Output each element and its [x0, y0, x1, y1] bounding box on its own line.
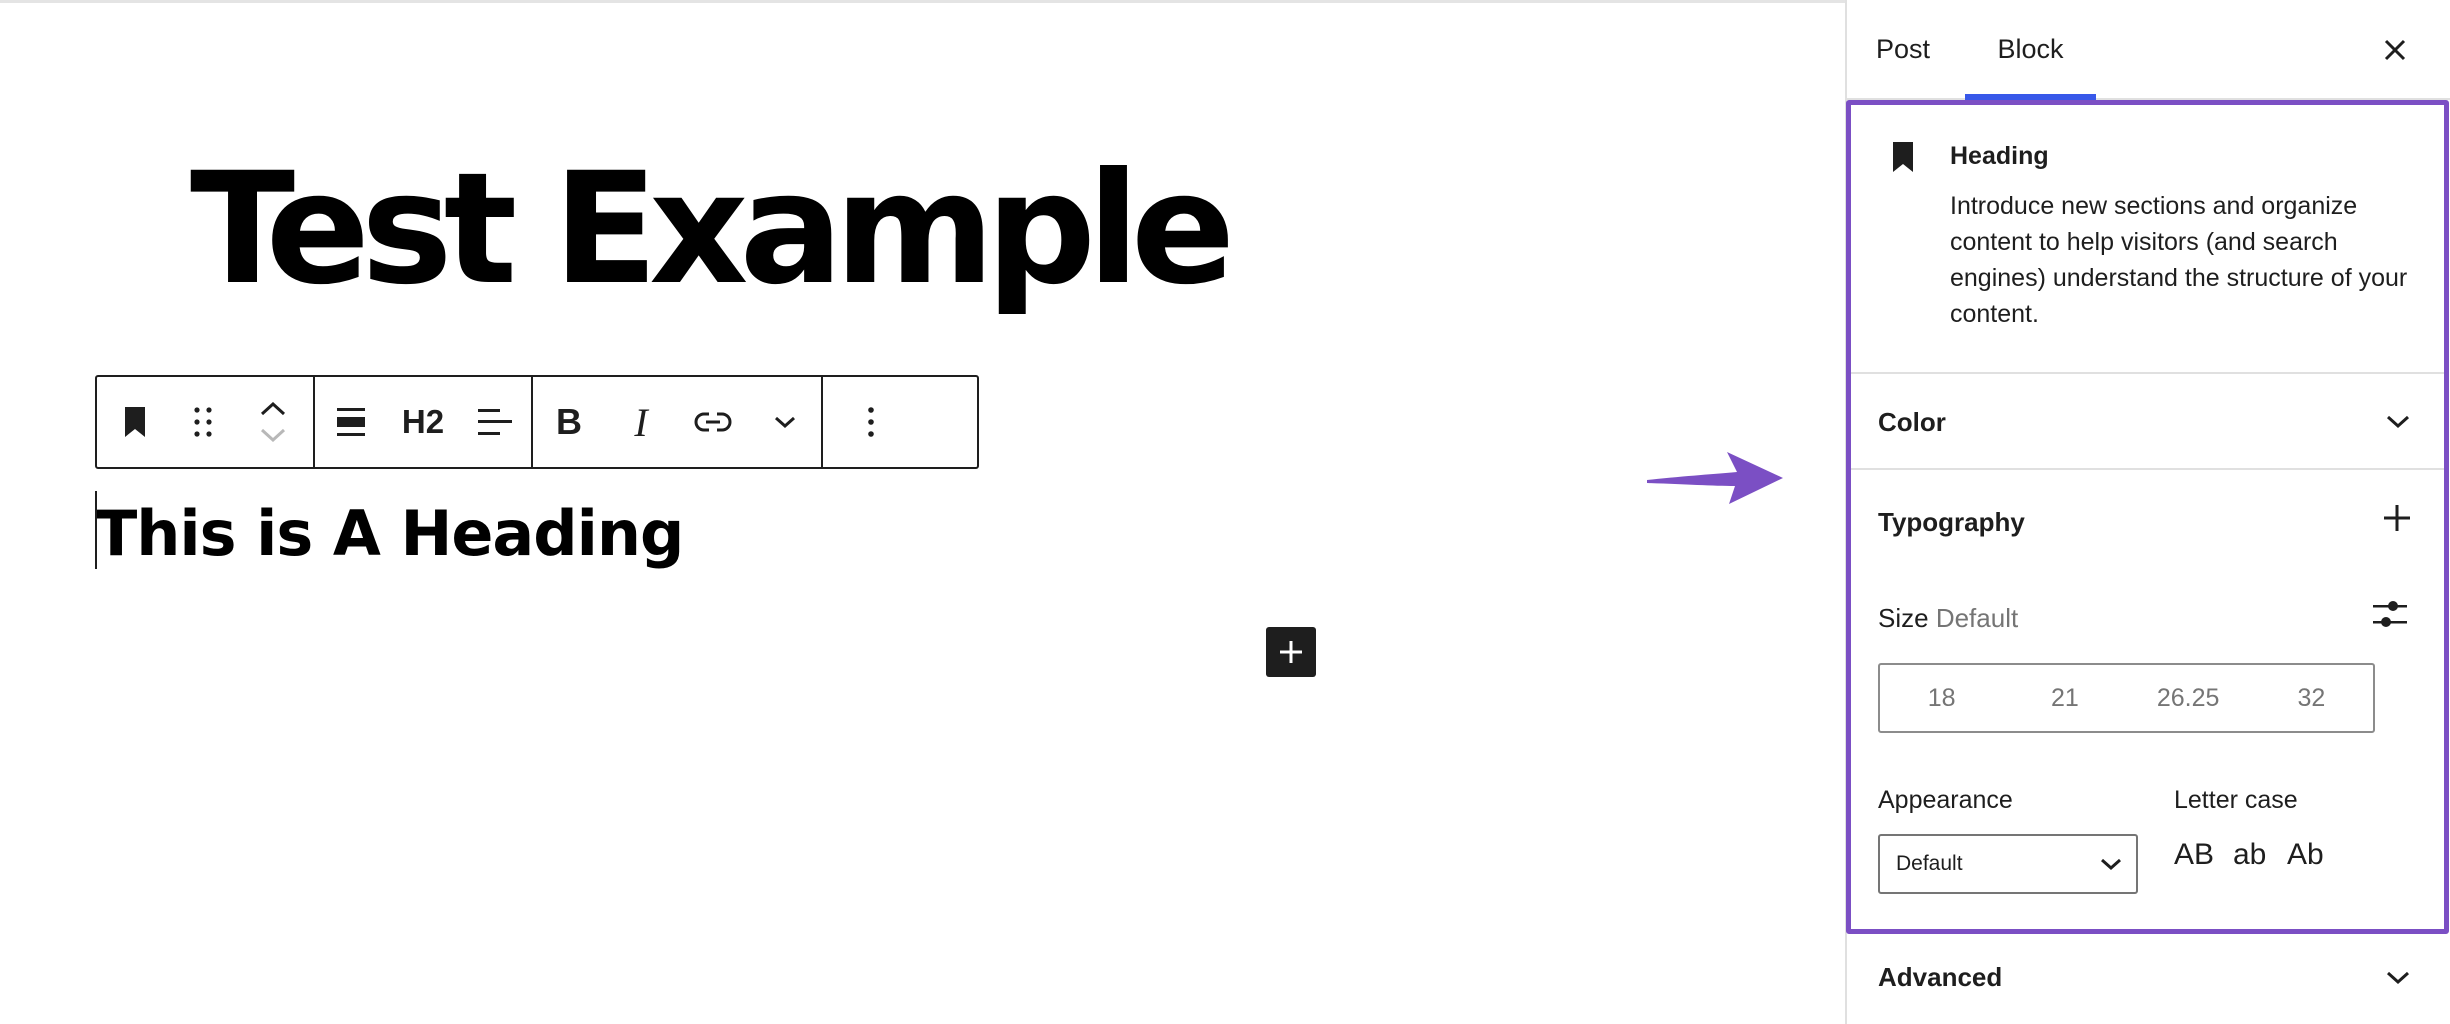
chevron-down-icon[interactable] [2386, 970, 2410, 986]
vertical-ellipsis-icon [868, 407, 874, 437]
block-controls-group [97, 377, 313, 467]
font-size-label: Size Default [1878, 603, 2018, 634]
plus-icon [1280, 641, 1302, 663]
typography-panel-title[interactable]: Typography [1878, 507, 2025, 538]
tab-post[interactable]: Post [1876, 0, 1930, 98]
text-align-button[interactable] [459, 377, 531, 467]
sliders-icon[interactable] [2373, 598, 2407, 630]
options-group [821, 377, 919, 467]
block-card-title: Heading [1950, 142, 2049, 170]
letter-case-lowercase[interactable]: ab [2233, 838, 2266, 872]
formatting-group-2: B I [531, 377, 821, 467]
italic-button[interactable]: I [605, 377, 677, 467]
divider [1847, 372, 2448, 374]
appearance-label: Appearance [1878, 786, 2013, 814]
block-mover [233, 377, 313, 467]
close-icon[interactable] [2378, 33, 2412, 67]
heading-level-button[interactable]: H2 [387, 377, 459, 467]
heading-block[interactable]: This is A Heading [95, 496, 684, 572]
post-title[interactable]: Test Example [190, 153, 1235, 307]
block-toolbar: H2 B I [95, 375, 979, 469]
text-caret [95, 491, 97, 569]
drag-handle-icon [194, 407, 212, 437]
letter-case-uppercase[interactable]: AB [2174, 838, 2214, 872]
link-icon [694, 412, 732, 432]
align-button[interactable] [315, 377, 387, 467]
divider [1847, 930, 2448, 932]
align-none-icon [337, 408, 365, 436]
align-left-icon [478, 409, 512, 435]
font-size-label-text: Size [1878, 603, 1929, 633]
font-size-picker: 18 21 26.25 32 [1878, 663, 2375, 733]
annotation-arrow-icon [1647, 452, 1783, 504]
bookmark-icon [125, 407, 145, 437]
chevron-down-icon[interactable] [2386, 414, 2410, 430]
editor-canvas: Test Example H2 B I This is A Heading [0, 3, 1845, 1024]
tab-block[interactable]: Block [1965, 0, 2096, 100]
color-panel-title[interactable]: Color [1878, 407, 1946, 438]
font-size-option[interactable]: 32 [2250, 665, 2373, 731]
sidebar-header: Post Block [1847, 0, 2450, 100]
plus-icon[interactable] [2384, 505, 2410, 531]
appearance-select-value: Default [1896, 852, 1963, 875]
formatting-group-1: H2 [313, 377, 531, 467]
chevron-down-icon [775, 416, 795, 429]
advanced-panel-title[interactable]: Advanced [1878, 962, 2002, 993]
block-type-button[interactable] [97, 377, 173, 467]
block-inserter-button[interactable] [1266, 627, 1316, 677]
font-size-option[interactable]: 26.25 [2127, 665, 2250, 731]
block-card-description: Introduce new sections and organize cont… [1950, 192, 2408, 328]
font-size-current-value: Default [1935, 603, 2019, 633]
chevron-down-icon [2101, 858, 2121, 871]
link-button[interactable] [677, 377, 749, 467]
drag-handle-button[interactable] [173, 377, 233, 467]
font-size-option[interactable]: 18 [1880, 665, 2003, 731]
appearance-select[interactable]: Default [1878, 834, 2138, 894]
divider [1847, 468, 2448, 470]
letter-case-label: Letter case [2174, 786, 2298, 814]
font-size-option[interactable]: 21 [2003, 665, 2126, 731]
bold-button[interactable]: B [533, 377, 605, 467]
bookmark-icon [1893, 142, 1913, 172]
letter-case-capitalize[interactable]: Ab [2287, 838, 2324, 872]
chevron-up-icon[interactable] [260, 402, 286, 416]
block-options-button[interactable] [823, 377, 919, 467]
more-formatting-button[interactable] [749, 377, 821, 467]
chevron-down-icon[interactable] [260, 428, 286, 442]
